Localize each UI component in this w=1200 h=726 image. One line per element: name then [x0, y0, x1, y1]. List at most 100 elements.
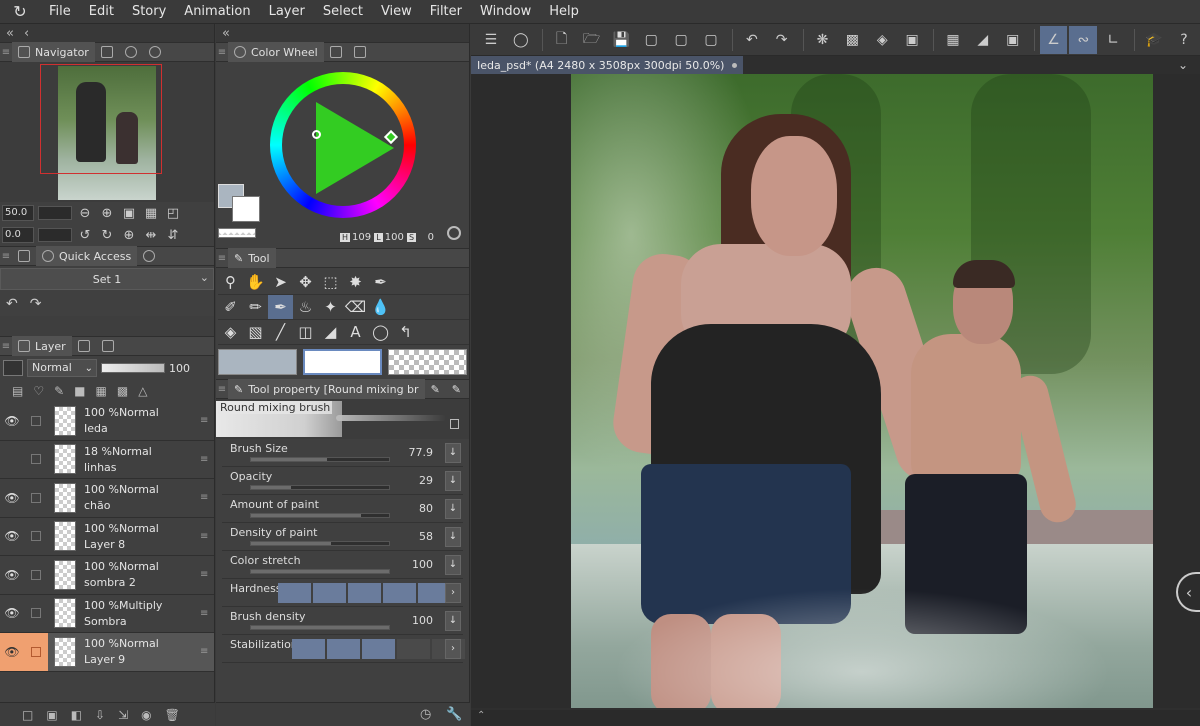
collapse-right-icon[interactable]: «	[222, 26, 230, 41]
menu-edit[interactable]: Edit	[80, 0, 123, 24]
learn-icon[interactable]: 🎓	[1140, 26, 1168, 54]
correct-line-tool-icon[interactable]: ↰	[393, 320, 418, 344]
hardness-selector[interactable]	[278, 583, 451, 603]
gradient-tool-icon[interactable]: ▧	[243, 320, 268, 344]
new-vector-layer-icon[interactable]: ▣	[46, 708, 57, 722]
property-value[interactable]: 77.9	[409, 446, 434, 459]
tab-layer-property[interactable]	[12, 246, 36, 266]
snap-special-ruler-icon[interactable]: ∾	[1069, 25, 1098, 54]
tab-quick-access[interactable]: Quick Access	[36, 246, 138, 266]
flip-horizontal-icon[interactable]: ⇹	[142, 226, 160, 244]
tool-transparent-swatch[interactable]	[388, 349, 467, 375]
property-value[interactable]: 100	[412, 558, 433, 571]
decoration-tool-icon[interactable]: ✦	[318, 295, 343, 319]
layer-grip-icon[interactable]: ≡	[200, 531, 214, 542]
eye-icon[interactable]: 👁	[0, 402, 24, 440]
tab-color-wheel[interactable]: Color Wheel	[228, 42, 324, 62]
lock-icon[interactable]	[450, 419, 459, 429]
tool-main-color-swatch[interactable]	[218, 349, 297, 375]
show-selection-icon[interactable]: ▣	[999, 26, 1027, 54]
frame-border-tool-icon[interactable]: ◫	[293, 320, 318, 344]
transform-icon[interactable]: ▣	[898, 26, 926, 54]
panel-grip-icon[interactable]: ≡	[0, 251, 12, 262]
blend-tool-icon[interactable]: 💧	[368, 295, 393, 319]
navigator-preview[interactable]	[0, 62, 214, 202]
fill-icon[interactable]: ◈	[868, 26, 896, 54]
panel-grip-icon[interactable]: ≡	[216, 47, 228, 58]
menu-help[interactable]: Help	[540, 0, 588, 24]
saturation-value-triangle[interactable]	[316, 102, 394, 194]
pressure-settings-icon[interactable]: ↓	[445, 499, 461, 519]
tab-brush-shape[interactable]: ✎	[446, 379, 467, 399]
zoom-value-field[interactable]: 50.0	[2, 205, 34, 221]
sub-color-swatch[interactable]	[232, 196, 260, 222]
mask-icon[interactable]: ▩	[117, 384, 128, 398]
close-tab-icon[interactable]	[732, 62, 738, 68]
move-layer-tool-icon[interactable]: ✥	[293, 270, 318, 294]
chevron-right-icon[interactable]: ›	[445, 583, 461, 603]
tab-color-slider[interactable]	[348, 42, 372, 62]
property-value[interactable]: 80	[419, 502, 433, 515]
collapse-left-icon[interactable]: «	[6, 26, 14, 41]
hand-tool-icon[interactable]: ✋	[243, 270, 268, 294]
chevron-up-icon[interactable]: ⌃	[477, 710, 485, 721]
blend-mode-select[interactable]: Normal ⌄	[27, 359, 97, 377]
chevron-down-icon[interactable]: ⌄	[1178, 58, 1188, 72]
clear-icon[interactable]: ▩	[838, 26, 866, 54]
brush-density-slider[interactable]	[250, 625, 390, 630]
airbrush-tool-icon[interactable]: ♨	[293, 295, 318, 319]
hamburger-menu-icon[interactable]: ☰	[477, 26, 505, 54]
redo-icon[interactable]: ↷	[30, 296, 42, 312]
layer-select-checkbox[interactable]	[24, 402, 48, 440]
stabilization-selector[interactable]	[292, 639, 465, 659]
pressure-settings-icon[interactable]: ↓	[445, 611, 461, 631]
figure-tool-icon[interactable]: ╱	[268, 320, 293, 344]
tab-animation-cels[interactable]	[72, 336, 96, 356]
level-segment[interactable]	[292, 639, 325, 659]
auto-select-tool-icon[interactable]: ✸	[343, 270, 368, 294]
help-icon[interactable]: ?	[1170, 26, 1198, 54]
side-panel-toggle[interactable]: ‹	[1176, 572, 1200, 612]
layer-color-swatch[interactable]	[3, 360, 23, 376]
ruler-icon[interactable]: △	[138, 384, 147, 398]
ruler-tool-icon[interactable]: ◢	[318, 320, 343, 344]
level-segment[interactable]	[327, 639, 360, 659]
export-jpg-icon[interactable]: ▢	[637, 26, 665, 54]
tab-layer-search[interactable]	[96, 336, 120, 356]
brush-tool-icon[interactable]: ✒	[268, 295, 293, 319]
level-segment[interactable]	[313, 583, 346, 603]
layer-grip-icon[interactable]: ≡	[200, 492, 214, 503]
level-segment[interactable]	[362, 639, 395, 659]
quick-access-set-select[interactable]: Set 1 ⌄	[0, 268, 214, 290]
rotate-slider[interactable]	[38, 228, 72, 242]
zoom-slider[interactable]	[38, 206, 72, 220]
menu-window[interactable]: Window	[471, 0, 540, 24]
panel-grip-icon[interactable]: ≡	[0, 341, 12, 352]
eye-icon[interactable]: 👁	[0, 595, 24, 633]
tab-color-set[interactable]	[324, 42, 348, 62]
tab-tool-property[interactable]: ✎ Tool property [Round mixing br	[228, 379, 425, 399]
chevron-left-icon[interactable]: ‹	[24, 26, 29, 41]
new-raster-layer-icon[interactable]: □	[22, 708, 33, 722]
zoom-in-icon[interactable]: ⊕	[98, 204, 116, 222]
undo-icon[interactable]: ↶	[6, 296, 18, 312]
layer-opacity-slider[interactable]	[101, 363, 165, 373]
level-segment[interactable]	[348, 583, 381, 603]
operation-tool-icon[interactable]: ➤	[268, 270, 293, 294]
tab-layer[interactable]: Layer	[12, 336, 72, 356]
panel-grip-icon[interactable]: ≡	[216, 384, 228, 395]
property-slider[interactable]	[250, 485, 390, 490]
layer-opacity-value[interactable]: 100	[169, 362, 190, 375]
level-segment[interactable]	[397, 639, 430, 659]
property-slider[interactable]	[250, 513, 390, 518]
layer-row[interactable]: 18 %Normal linhas ≡	[0, 440, 214, 479]
rotate-reset-icon[interactable]: ⊕	[120, 226, 138, 244]
loading-icon[interactable]: ❋	[809, 26, 837, 54]
layer-select-checkbox[interactable]	[24, 633, 48, 671]
layer-row[interactable]: 👁 100 %Normal Layer 8 ≡	[0, 517, 214, 556]
balloon-tool-icon[interactable]: ◯	[368, 320, 393, 344]
export-psd-icon[interactable]: ▢	[697, 26, 725, 54]
canvas-area[interactable]: ‹	[471, 74, 1200, 708]
wrench-settings-icon[interactable]: 🔧	[446, 707, 462, 722]
fill-tool-icon[interactable]: ◈	[218, 320, 243, 344]
